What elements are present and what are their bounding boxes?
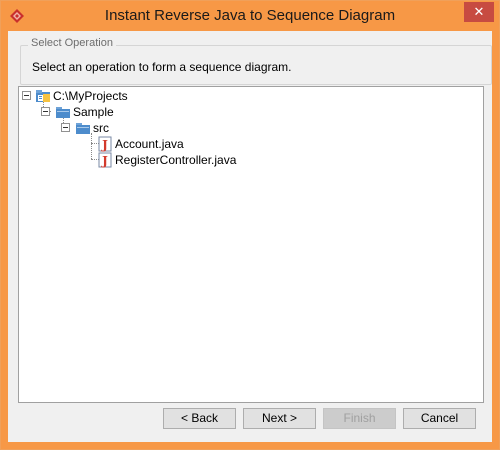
cancel-button[interactable]: Cancel	[403, 408, 476, 429]
tree-node-root[interactable]: C:\MyProjects	[35, 88, 128, 104]
title-bar[interactable]: Instant Reverse Java to Sequence Diagram…	[1, 1, 499, 31]
tree-node-label: Account.java	[115, 137, 184, 151]
tree-node-label: RegisterController.java	[115, 153, 237, 167]
back-button[interactable]: < Back	[163, 408, 236, 429]
close-button[interactable]: ✕	[464, 2, 494, 22]
collapse-toggle-root[interactable]	[22, 91, 31, 100]
project-folder-icon	[36, 90, 50, 102]
svg-text:J: J	[101, 154, 108, 168]
collapse-toggle-src[interactable]	[61, 123, 70, 132]
tree-node-file[interactable]: J RegisterController.java	[97, 152, 236, 168]
tree-node-label: src	[93, 121, 109, 135]
tree-node-src[interactable]: src	[75, 120, 109, 136]
tree-node-file[interactable]: J Account.java	[97, 136, 184, 152]
tree-node-sample[interactable]: Sample	[55, 104, 114, 120]
tree-connector	[91, 133, 92, 159]
next-button[interactable]: Next >	[243, 408, 316, 429]
folder-icon	[56, 107, 70, 118]
java-file-icon: J	[98, 136, 112, 152]
java-file-icon: J	[98, 152, 112, 168]
svg-text:J: J	[101, 138, 108, 152]
dialog-window: Instant Reverse Java to Sequence Diagram…	[0, 0, 500, 450]
project-tree[interactable]: C:\MyProjects Sample src J Account.java …	[18, 86, 484, 403]
tree-node-label: Sample	[73, 105, 114, 119]
instruction-text: Select an operation to form a sequence d…	[32, 60, 292, 74]
finish-button[interactable]: Finish	[323, 408, 396, 429]
group-title: Select Operation	[28, 37, 116, 49]
tree-node-label: C:\MyProjects	[53, 89, 128, 103]
dialog-content: Select Operation Select an operation to …	[8, 31, 492, 442]
collapse-toggle-sample[interactable]	[41, 107, 50, 116]
folder-icon	[76, 123, 90, 134]
select-operation-group: Select Operation Select an operation to …	[20, 37, 492, 85]
window-title: Instant Reverse Java to Sequence Diagram	[104, 7, 396, 24]
